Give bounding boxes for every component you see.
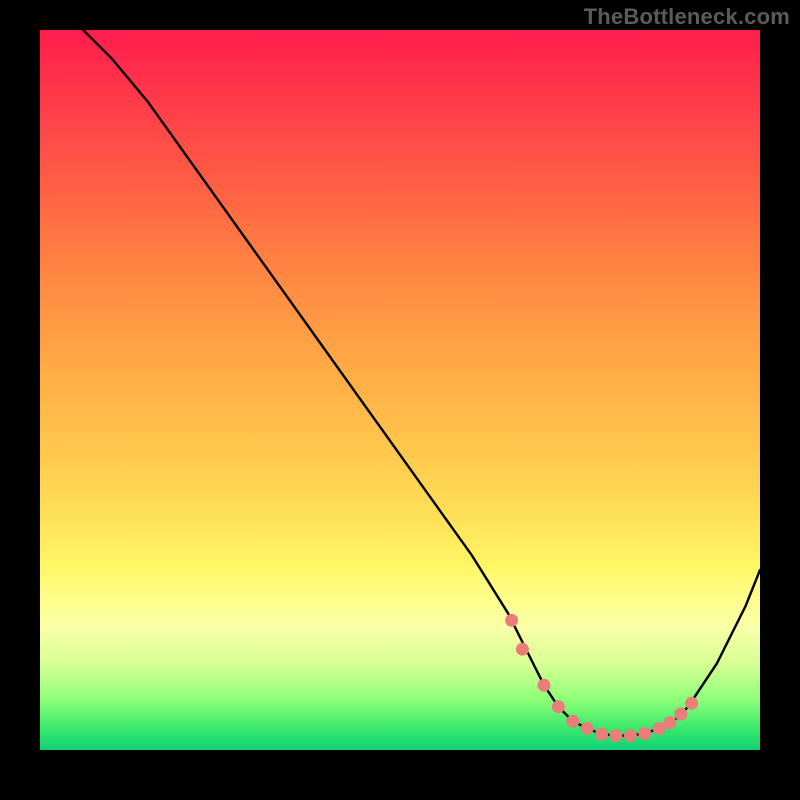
highlight-dot [624, 729, 637, 742]
curve-svg [40, 30, 760, 750]
chart-frame: TheBottleneck.com [0, 0, 800, 800]
highlight-dot [685, 697, 698, 710]
bottleneck-curve-path [83, 30, 760, 736]
highlight-dot [505, 614, 518, 627]
highlight-dot [552, 700, 565, 713]
highlight-dot [674, 708, 687, 721]
highlight-dot [581, 722, 594, 735]
plot-area [40, 30, 760, 750]
highlight-dot [566, 715, 579, 728]
highlight-dot [664, 716, 677, 729]
highlight-dot [595, 728, 608, 741]
highlight-dot [538, 679, 551, 692]
highlight-dot [638, 727, 651, 740]
watermark-text: TheBottleneck.com [584, 4, 790, 30]
highlight-markers [505, 614, 698, 742]
highlight-dot [516, 643, 529, 656]
highlight-dot [610, 729, 623, 742]
